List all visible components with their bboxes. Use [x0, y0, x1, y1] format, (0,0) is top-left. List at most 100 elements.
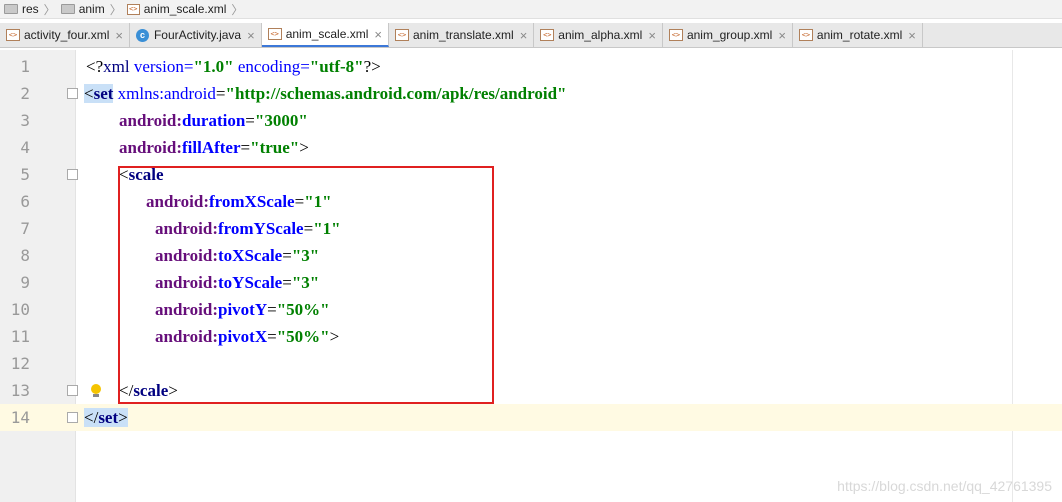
code-line[interactable]: 4 android:fillAfter="true"> — [0, 134, 1062, 161]
close-icon[interactable]: × — [374, 27, 382, 42]
code-line[interactable]: 9 android:toYScale="3" — [0, 269, 1062, 296]
code-line[interactable]: 12 — [0, 350, 1062, 377]
xml-file-icon: <> — [540, 29, 555, 41]
code-line[interactable]: 7 android:fromYScale="1" — [0, 215, 1062, 242]
code-line[interactable]: 2 <set xmlns:android="http://schemas.and… — [0, 80, 1062, 107]
xml-file-icon: <> — [798, 29, 813, 41]
fold-toggle-icon[interactable] — [67, 88, 78, 99]
code-text: <scale — [119, 161, 164, 188]
fold-toggle-icon[interactable] — [67, 412, 78, 423]
code-line[interactable]: 11 android:pivotX="50%"> — [0, 323, 1062, 350]
breadcrumb-item-anim[interactable]: anim — [57, 2, 109, 16]
attr-value: "50%" — [276, 327, 330, 346]
line-number: 7 — [20, 219, 30, 238]
tag-open-bracket: </ — [84, 408, 99, 427]
chevron-right-icon: 〉 — [109, 2, 122, 17]
editor-tab-bar: <> activity_four.xml × c FourActivity.ja… — [0, 23, 1062, 48]
line-number: 14 — [10, 408, 30, 427]
breadcrumb: res 〉 anim 〉 <> anim_scale.xml 〉 — [0, 0, 1062, 19]
close-icon[interactable]: × — [778, 28, 786, 43]
tab-fouractivity-java[interactable]: c FourActivity.java × — [130, 23, 262, 47]
breadcrumb-label: res — [22, 2, 39, 16]
tag-name: set — [93, 84, 114, 103]
close-icon[interactable]: × — [648, 28, 656, 43]
tag-name: set — [98, 408, 119, 427]
equals: = — [267, 327, 277, 346]
matched-tag-highlight: <set — [84, 84, 114, 103]
tab-activity-four-xml[interactable]: <> activity_four.xml × — [0, 23, 130, 47]
tab-anim-alpha-xml[interactable]: <> anim_alpha.xml × — [534, 23, 663, 47]
code-text: android:toXScale="3" — [155, 242, 319, 269]
code-text: android:pivotY="50%" — [155, 296, 330, 323]
folder-icon — [4, 4, 18, 14]
close-icon[interactable]: × — [115, 28, 123, 43]
tab-label: anim_scale.xml — [285, 27, 369, 41]
code-editor[interactable]: 1 <?xml version="1.0" encoding="utf-8"?>… — [0, 50, 1062, 502]
line-number: 1 — [20, 57, 30, 76]
tab-label: anim_alpha.xml — [558, 28, 643, 42]
code-text: </set> — [84, 404, 128, 431]
java-class-icon: c — [135, 28, 149, 42]
code-text: <set xmlns:android="http://schemas.andro… — [84, 80, 567, 107]
attr-name: fromYScale — [218, 219, 304, 238]
breadcrumb-label: anim — [78, 2, 105, 16]
close-icon[interactable]: × — [908, 28, 916, 43]
tab-anim-translate-xml[interactable]: <> anim_translate.xml × — [389, 23, 535, 47]
tag-close-bracket: > — [168, 381, 178, 400]
equals: = — [294, 192, 305, 211]
attr-namespace: android: — [155, 273, 218, 292]
pi-open: <? — [86, 57, 104, 76]
line-number: 5 — [20, 165, 30, 184]
tab-label: FourActivity.java — [153, 28, 242, 42]
code-line[interactable]: 13 </scale> — [0, 377, 1062, 404]
code-line[interactable]: 1 <?xml version="1.0" encoding="utf-8"?> — [0, 53, 1062, 80]
equals: = — [245, 111, 255, 130]
attr-value: "3000" — [254, 111, 308, 130]
code-line-current[interactable]: 14 </set> — [0, 404, 1062, 431]
xml-file-icon: <> — [668, 29, 683, 41]
pi-target: xml — [103, 57, 130, 76]
close-icon[interactable]: × — [247, 28, 255, 43]
equals: = — [240, 138, 251, 157]
tag-open-bracket: </ — [119, 381, 134, 400]
code-line[interactable]: 6 android:fromXScale="1" — [0, 188, 1062, 215]
attr-namespace: android: — [119, 111, 182, 130]
code-line[interactable]: 5 <scale — [0, 161, 1062, 188]
attr-value: "true" — [250, 138, 300, 157]
close-icon[interactable]: × — [520, 28, 528, 43]
tab-label: anim_group.xml — [686, 28, 773, 42]
breadcrumb-item-res[interactable]: res — [0, 2, 43, 16]
attr-name: duration — [182, 111, 246, 130]
fold-toggle-icon[interactable] — [67, 385, 78, 396]
tab-label: anim_rotate.xml — [816, 28, 903, 42]
line-number: 13 — [10, 381, 30, 400]
code-text: </scale> — [119, 377, 178, 404]
attr-version: version= — [129, 57, 194, 76]
tab-anim-group-xml[interactable]: <> anim_group.xml × — [663, 23, 793, 47]
xml-file-icon: <> — [394, 29, 409, 41]
lightbulb-icon[interactable] — [91, 384, 101, 397]
tag-name: scale — [128, 165, 164, 184]
tab-label: activity_four.xml — [24, 28, 110, 42]
tag-close-bracket: > — [299, 138, 309, 157]
attr-value: "3" — [291, 246, 320, 265]
line-number: 12 — [10, 354, 30, 373]
tab-anim-rotate-xml[interactable]: <> anim_rotate.xml × — [793, 23, 923, 47]
tab-anim-scale-xml[interactable]: <> anim_scale.xml × — [261, 23, 389, 47]
breadcrumb-item-file[interactable]: <> anim_scale.xml — [123, 2, 231, 16]
code-text: android:fromXScale="1" — [146, 188, 332, 215]
breadcrumb-label: anim_scale.xml — [143, 2, 227, 16]
fold-toggle-icon[interactable] — [67, 169, 78, 180]
pi-close: ?> — [363, 57, 381, 76]
attr-namespace: android: — [155, 246, 218, 265]
equals: = — [215, 84, 226, 103]
attr-name: toYScale — [218, 273, 283, 292]
code-line[interactable]: 3 android:duration="3000" — [0, 107, 1062, 134]
code-line[interactable]: 8 android:toXScale="3" — [0, 242, 1062, 269]
code-line[interactable]: 10 android:pivotY="50%" — [0, 296, 1062, 323]
tag-close-bracket: > — [118, 408, 128, 427]
watermark: https://blog.csdn.net/qq_42761395 — [837, 478, 1052, 494]
chevron-right-icon: 〉 — [43, 2, 56, 17]
value-encoding: "utf-8" — [309, 57, 364, 76]
line-number: 6 — [20, 192, 30, 211]
